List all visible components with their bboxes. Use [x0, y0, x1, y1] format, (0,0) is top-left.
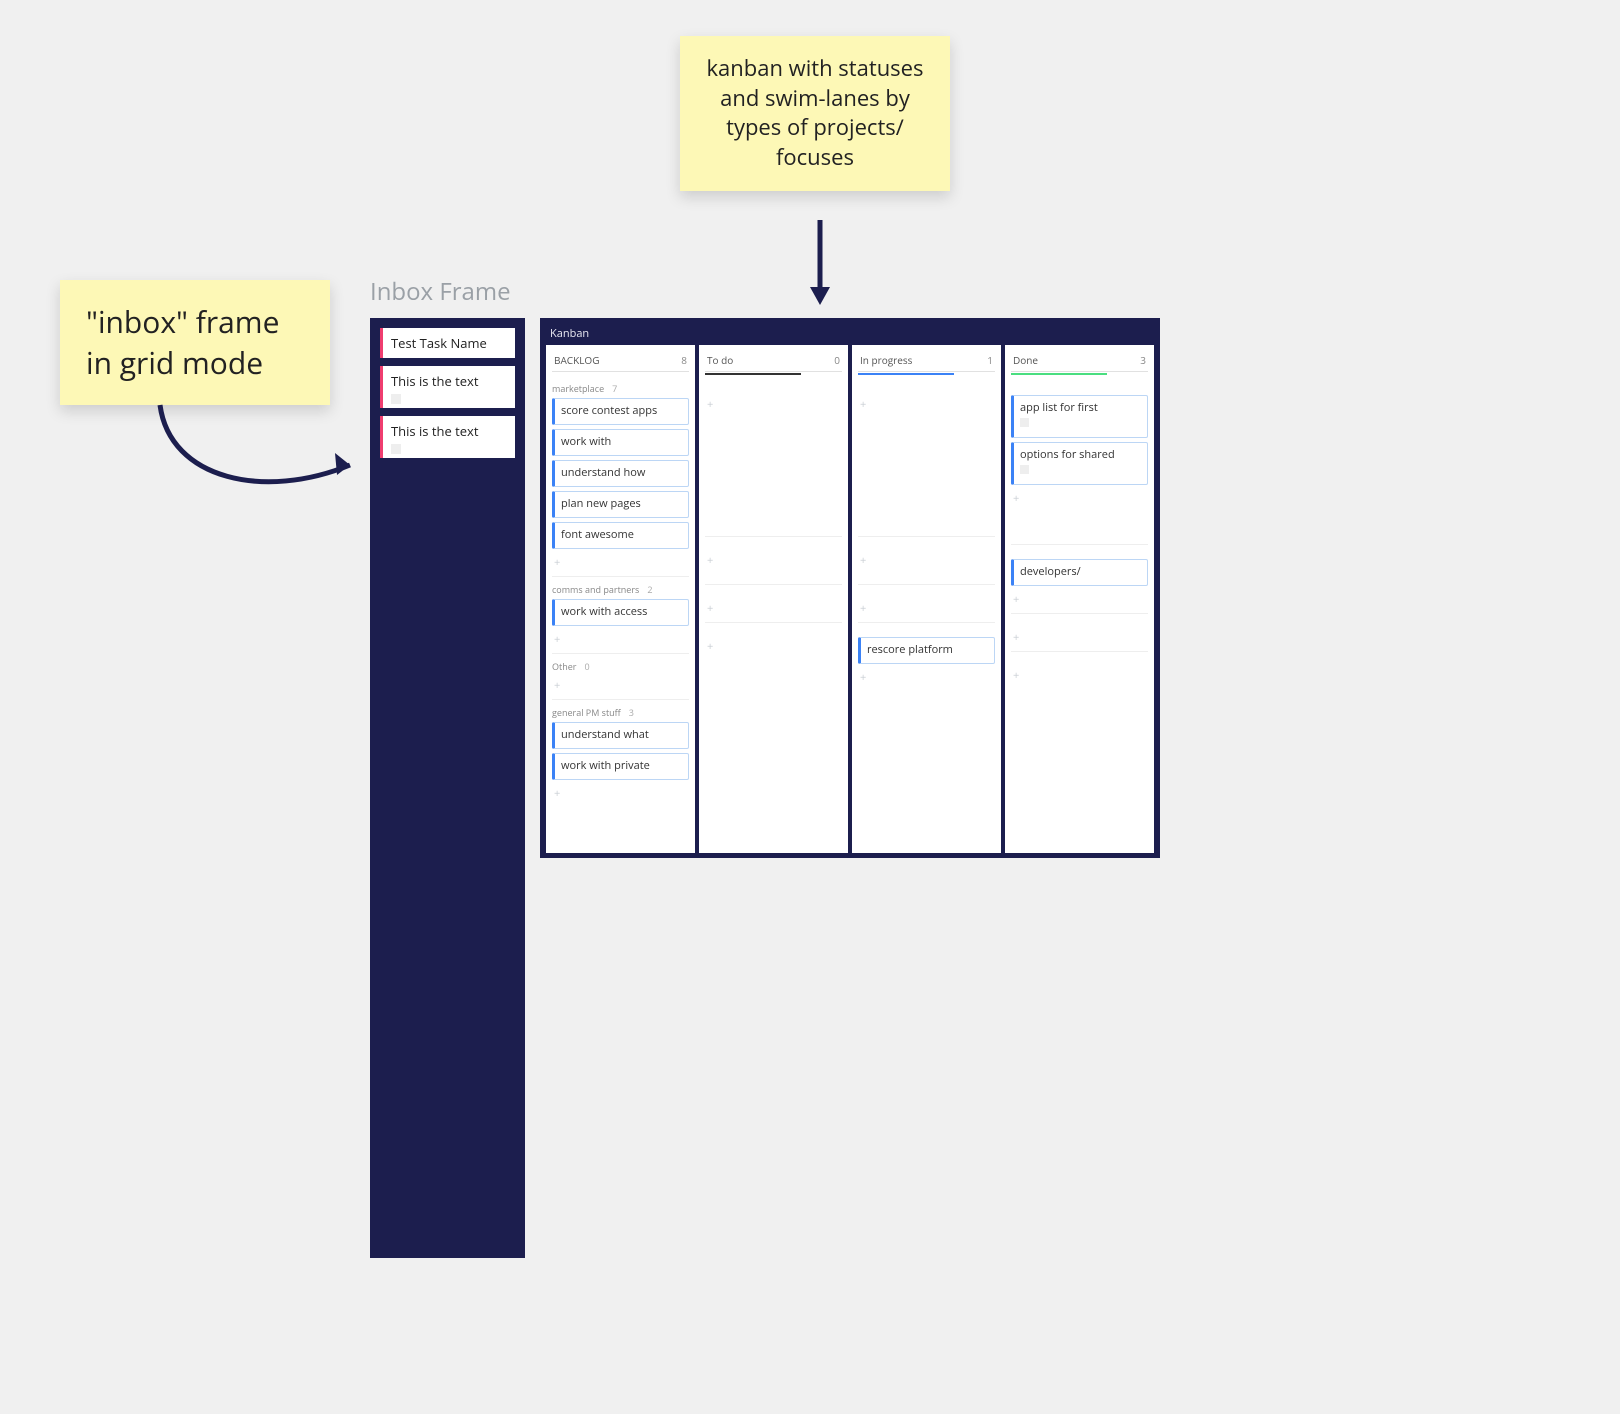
add-card-button[interactable]: +: [552, 630, 689, 651]
kanban-card[interactable]: work with access: [552, 599, 689, 626]
inbox-card[interactable]: Test Task Name: [380, 328, 515, 358]
column-header: In progress 1: [858, 351, 995, 372]
add-card-button[interactable]: +: [705, 637, 842, 658]
column-header: Done 3: [1011, 351, 1148, 372]
kanban-card[interactable]: options for shared: [1011, 442, 1148, 485]
inbox-card[interactable]: This is the text: [380, 366, 515, 408]
column-header: To do 0: [705, 351, 842, 372]
column-name: BACKLOG: [554, 353, 599, 367]
card-text: understand how: [561, 465, 645, 480]
sticky-note-inbox[interactable]: "inbox" frame in grid mode: [60, 280, 330, 405]
lane-count: 0: [584, 660, 589, 673]
lane-separator: [552, 576, 689, 577]
column-name: To do: [707, 353, 733, 367]
kanban-card[interactable]: font awesome: [552, 522, 689, 549]
card-text: plan new pages: [561, 496, 641, 511]
kanban-column-done[interactable]: Done 3 app list for first options for sh…: [1005, 345, 1154, 853]
kanban-column-backlog[interactable]: BACKLOG 8 marketplace 7 score contest ap…: [546, 345, 695, 853]
add-card-button[interactable]: +: [858, 395, 995, 416]
add-card-button[interactable]: +: [858, 599, 995, 620]
arrow-left-to-inbox: [145, 395, 375, 525]
lane-count: 7: [612, 382, 617, 395]
add-card-button[interactable]: +: [552, 553, 689, 574]
lane-count: 2: [647, 583, 652, 596]
column-count: 0: [834, 353, 840, 367]
lane-label: marketplace 7: [552, 382, 689, 395]
kanban-columns: BACKLOG 8 marketplace 7 score contest ap…: [546, 345, 1154, 853]
lane-name: general PM stuff: [552, 706, 621, 719]
checkbox-icon: [391, 394, 401, 404]
column-underline: [705, 373, 801, 375]
inbox-card[interactable]: This is the text: [380, 416, 515, 458]
card-text: score contest apps: [561, 403, 657, 418]
add-card-button[interactable]: +: [1011, 666, 1148, 687]
sticky-note-kanban[interactable]: kanban with statuses and swim-lanes by t…: [680, 36, 950, 191]
checkbox-icon: [1020, 465, 1029, 474]
add-card-button[interactable]: +: [705, 599, 842, 620]
sticky-text: kanban with statuses and swim-lanes by t…: [706, 53, 923, 172]
lane-label: comms and partners 2: [552, 583, 689, 596]
kanban-card[interactable]: score contest apps: [552, 398, 689, 425]
inbox-frame[interactable]: Test Task Name This is the text This is …: [370, 318, 525, 1258]
column-header: BACKLOG 8: [552, 351, 689, 372]
card-text: rescore platform: [867, 642, 953, 657]
kanban-card[interactable]: work with private: [552, 753, 689, 780]
kanban-column-todo[interactable]: To do 0 + + + +: [699, 345, 848, 853]
card-text: work with access: [561, 604, 647, 619]
column-count: 1: [987, 353, 993, 367]
lane-separator: [552, 653, 689, 654]
kanban-card[interactable]: rescore platform: [858, 637, 995, 664]
card-text: app list for first: [1020, 400, 1098, 415]
column-name: In progress: [860, 353, 912, 367]
lane-label: Other 0: [552, 660, 689, 673]
add-card-button[interactable]: +: [705, 551, 842, 572]
sticky-text: "inbox" frame in grid mode: [86, 301, 279, 383]
kanban-card[interactable]: developers/: [1011, 559, 1148, 586]
column-underline: [858, 373, 954, 375]
arrow-top-to-kanban: [800, 215, 840, 315]
lane-name: marketplace: [552, 382, 604, 395]
card-text: understand what: [561, 727, 649, 742]
inbox-card-text: This is the text: [391, 422, 479, 440]
column-underline: [1011, 373, 1107, 375]
lane-label: general PM stuff 3: [552, 706, 689, 719]
card-text: font awesome: [561, 527, 634, 542]
add-card-button[interactable]: +: [552, 676, 689, 697]
inbox-card-text: This is the text: [391, 372, 479, 390]
card-text: work with private: [561, 758, 650, 773]
kanban-card[interactable]: understand what: [552, 722, 689, 749]
checkbox-icon: [391, 444, 401, 454]
lane-name: Other: [552, 660, 576, 673]
column-count: 3: [1140, 353, 1146, 367]
add-card-button[interactable]: +: [1011, 628, 1148, 649]
card-text: options for shared: [1020, 447, 1115, 462]
kanban-column-inprogress[interactable]: In progress 1 + + + rescore platform +: [852, 345, 1001, 853]
column-name: Done: [1013, 353, 1038, 367]
inbox-frame-label: Inbox Frame: [370, 275, 511, 308]
add-card-button[interactable]: +: [705, 395, 842, 416]
lane-separator: [552, 699, 689, 700]
card-text: work with: [561, 434, 611, 449]
kanban-card[interactable]: app list for first: [1011, 395, 1148, 438]
lane-name: comms and partners: [552, 583, 639, 596]
checkbox-icon: [1020, 418, 1029, 427]
kanban-card[interactable]: understand how: [552, 460, 689, 487]
lane-count: 3: [629, 706, 634, 719]
kanban-title: Kanban: [550, 326, 1154, 341]
kanban-frame[interactable]: Kanban BACKLOG 8 marketplace 7 score con…: [540, 318, 1160, 858]
add-card-button[interactable]: +: [858, 668, 995, 689]
add-card-button[interactable]: +: [1011, 489, 1148, 510]
column-count: 8: [681, 353, 687, 367]
kanban-card[interactable]: work with: [552, 429, 689, 456]
inbox-card-text: Test Task Name: [391, 334, 487, 352]
add-card-button[interactable]: +: [552, 784, 689, 805]
add-card-button[interactable]: +: [1011, 590, 1148, 611]
add-card-button[interactable]: +: [858, 551, 995, 572]
card-text: developers/: [1020, 564, 1081, 579]
kanban-card[interactable]: plan new pages: [552, 491, 689, 518]
